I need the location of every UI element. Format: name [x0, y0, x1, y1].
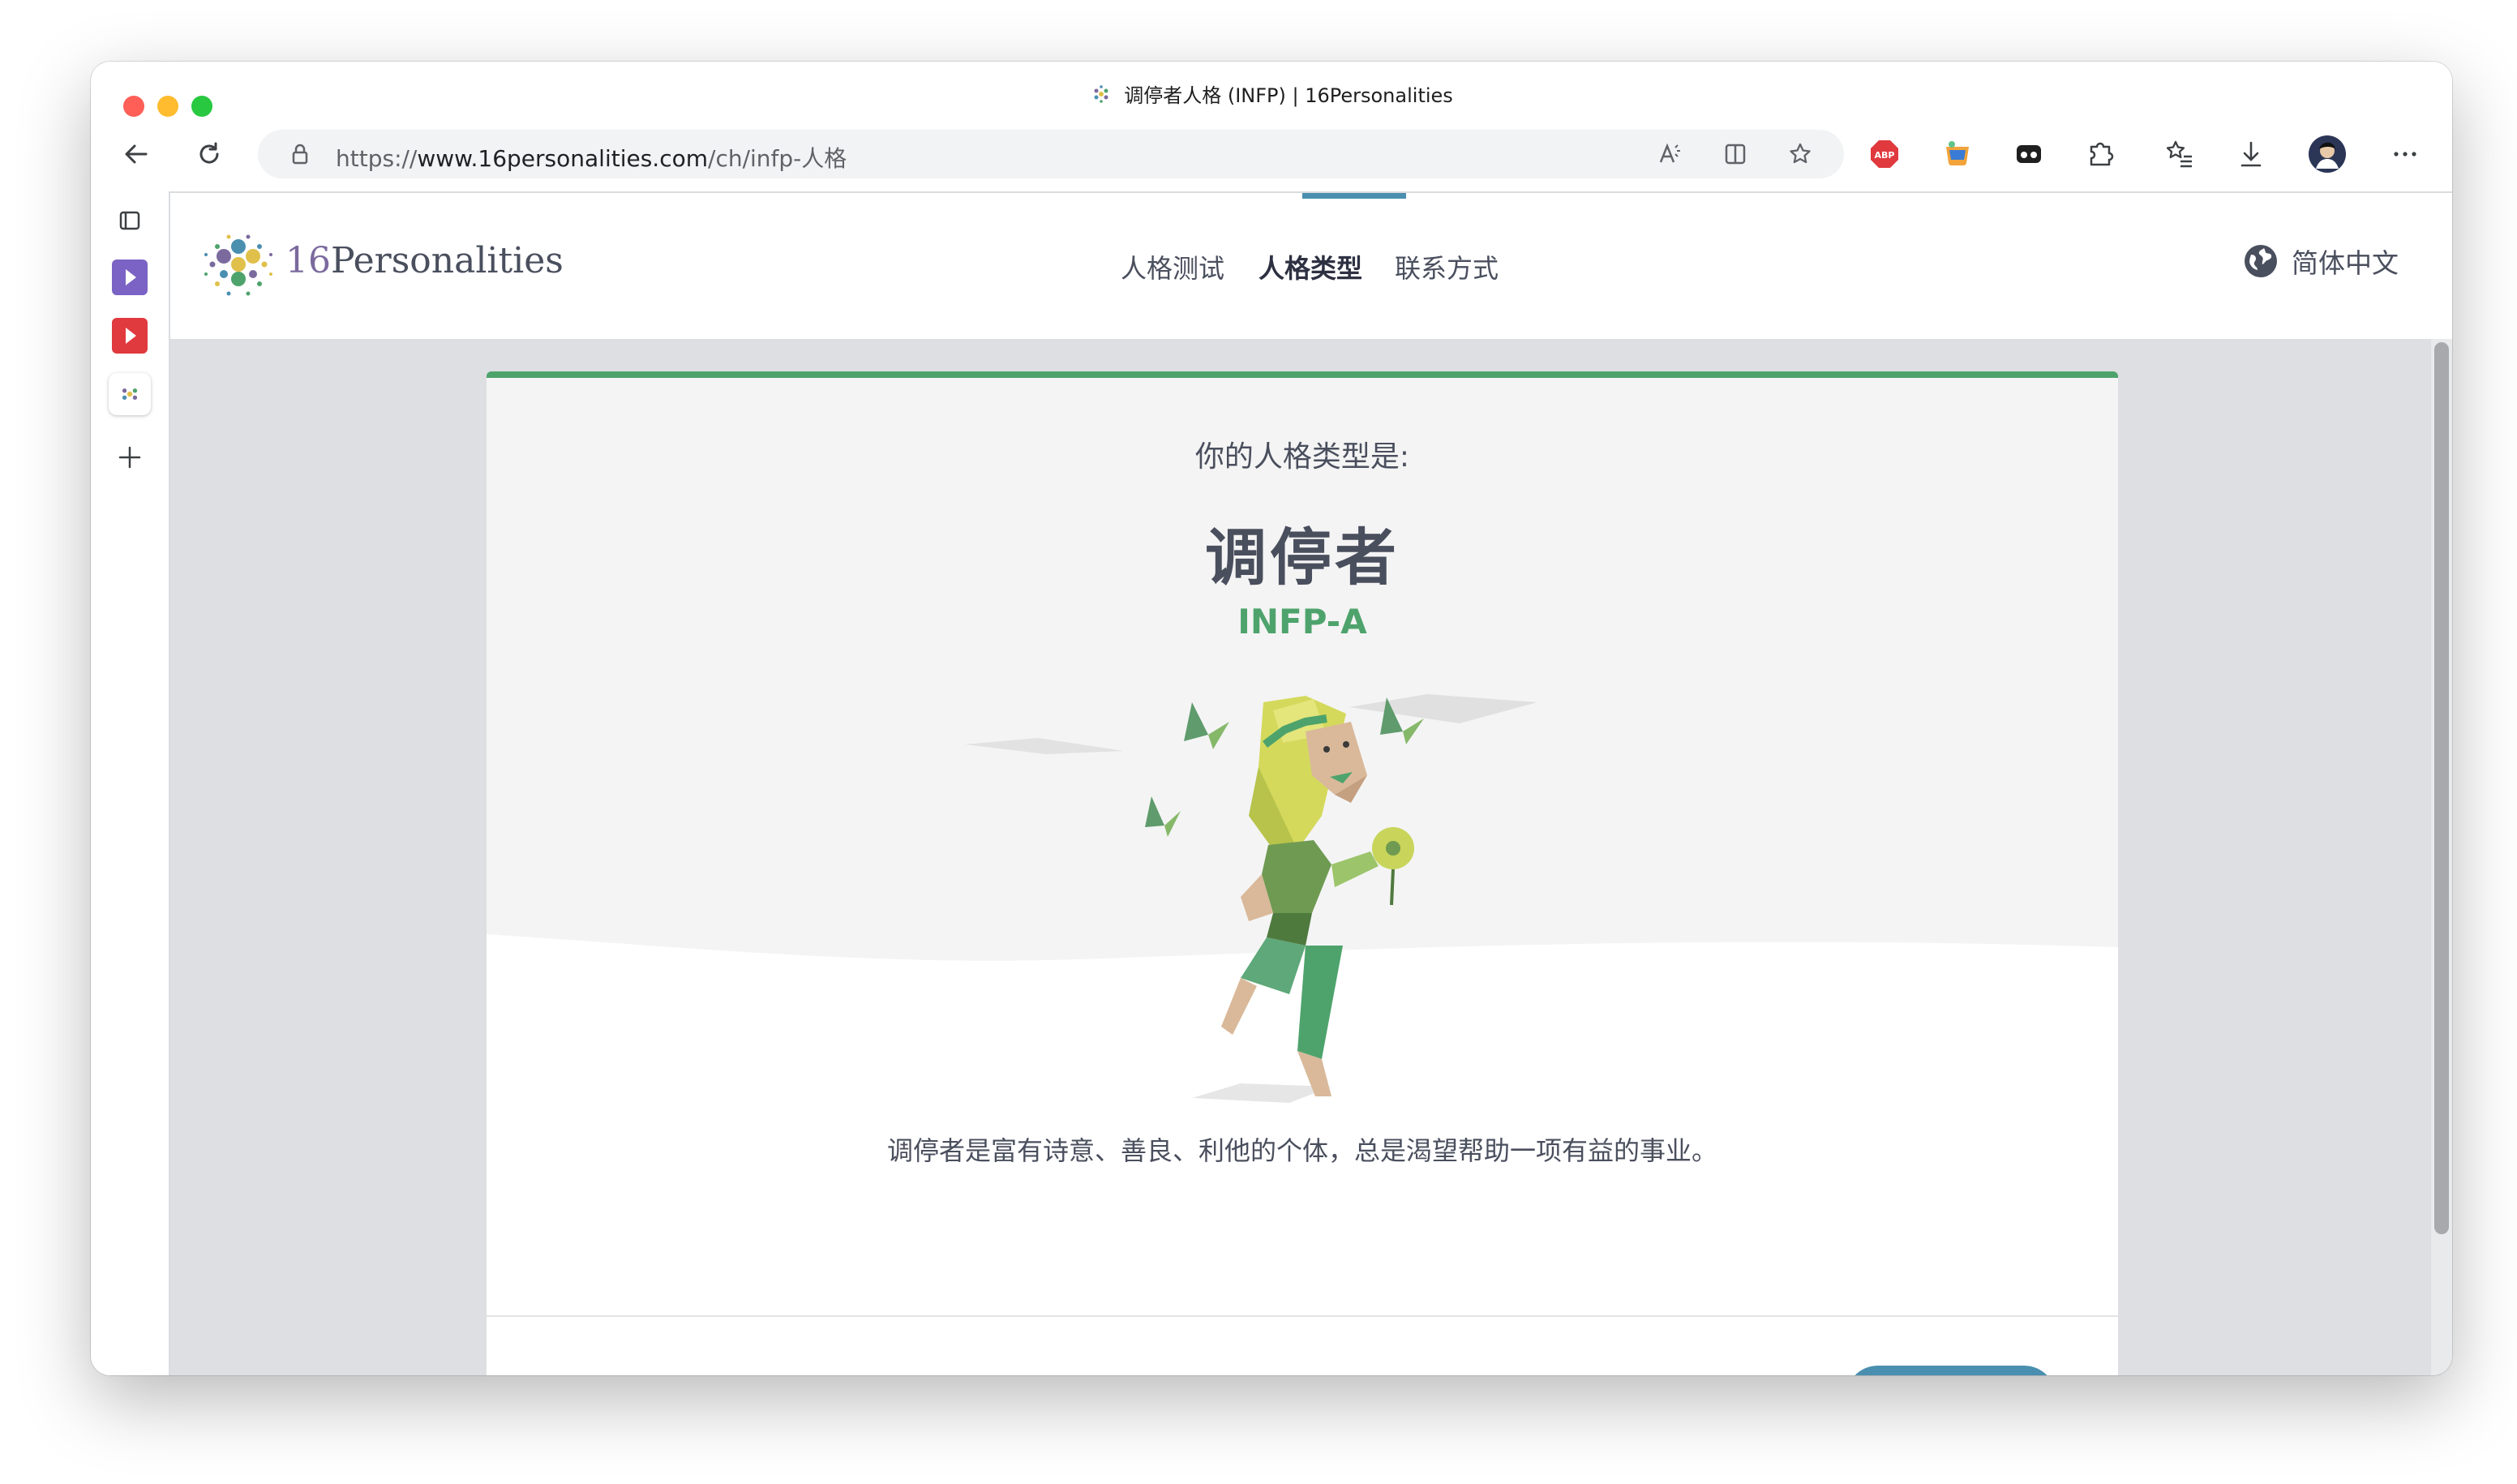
tab[interactable]: 调停者人格 (INFP) | 16Personalities — [91, 79, 2452, 108]
more-menu-icon[interactable] — [2389, 138, 2421, 170]
language-label: 简体中文 — [2292, 247, 2399, 279]
extension-cup-icon[interactable] — [1941, 138, 1974, 170]
personality-description: 调停者是富有诗意、善良、利他的个体，总是渴望帮助一项有益的事业。 — [886, 1135, 1717, 1166]
reload-button[interactable] — [191, 136, 227, 172]
logo-word: Personalities — [331, 240, 564, 281]
site-logo-text[interactable]: 16Personalities — [285, 240, 564, 281]
language-selector[interactable]: 简体中文 — [2243, 242, 2399, 281]
result-card: 你的人格类型是: 调停者 INFP-A 调停者是富有诗意、善良、利他的个体，总是… — [487, 371, 2118, 1375]
purple-play-tab-icon — [112, 259, 148, 295]
nav-personality-types[interactable]: 人格类型 — [1258, 248, 1362, 285]
result-prelabel: 你的人格类型是: — [1194, 440, 1410, 474]
lock-icon[interactable] — [287, 141, 313, 167]
site-favicon-icon — [122, 388, 138, 400]
cloud-right — [1349, 694, 1537, 723]
favorite-star-icon[interactable] — [1787, 141, 1813, 167]
vertical-tabs-sidebar — [91, 191, 170, 1375]
extension-mask-icon[interactable] — [2013, 138, 2045, 170]
favorites-list-icon[interactable] — [2163, 138, 2196, 170]
sidebar-tab-youtube[interactable] — [109, 315, 151, 357]
16personalities-logo-icon[interactable] — [201, 227, 276, 302]
globe-icon — [2245, 245, 2277, 277]
nav-contact[interactable]: 联系方式 — [1395, 248, 1499, 285]
site-favicon-icon — [1094, 84, 1108, 103]
active-nav-indicator — [1302, 193, 1406, 199]
tab-title: 调停者人格 (INFP) | 16Personalities — [1124, 84, 1453, 107]
address-bar[interactable]: https://www.16personalities.com/ch/infp-… — [258, 130, 1844, 178]
mediator-illustration — [965, 694, 1537, 1103]
read-aloud-icon[interactable] — [1657, 141, 1683, 167]
profile-avatar[interactable] — [2308, 135, 2347, 174]
reload-icon — [199, 142, 219, 164]
site-header: 16Personalities 人格测试 人格类型 联系方式 简体中文 — [170, 193, 2452, 339]
url-protocol: https:// — [336, 145, 418, 172]
browser-window: 调停者人格 (INFP) | 16Personalities https://w… — [91, 62, 2452, 1375]
sidebar-tab-16personalities[interactable] — [109, 373, 151, 415]
personality-type-code: INFP-A — [1237, 602, 1367, 641]
tab-actions-button[interactable] — [109, 199, 151, 242]
tab-actions-icon — [119, 211, 140, 230]
cloud-left — [965, 738, 1124, 754]
continue-button[interactable] — [1846, 1366, 2056, 1375]
downloads-icon[interactable] — [2235, 138, 2267, 170]
page-scrollbar[interactable] — [2431, 339, 2452, 1375]
card-divider — [487, 1315, 2118, 1317]
browser-toolbar: 调停者人格 (INFP) | 16Personalities https://w… — [91, 62, 2452, 193]
red-play-tab-icon — [112, 318, 148, 354]
svg-text:ABP: ABP — [1875, 150, 1895, 161]
extensions-puzzle-icon[interactable] — [2084, 138, 2116, 170]
scrollbar-thumb[interactable] — [2434, 342, 2449, 1234]
logo-number: 16 — [285, 240, 331, 281]
split-screen-icon[interactable] — [1722, 141, 1748, 167]
back-button[interactable] — [118, 136, 154, 172]
page-content: 16Personalities 人格测试 人格类型 联系方式 简体中文 你的人格… — [170, 193, 2452, 1375]
sidebar-tab-purple[interactable] — [109, 256, 151, 298]
new-tab-button[interactable] — [109, 436, 151, 478]
url-text[interactable]: https://www.16personalities.com/ch/infp-… — [336, 141, 847, 174]
ground-shadow — [1192, 1083, 1331, 1103]
arrow-left-icon — [125, 144, 148, 164]
url-domain: www.16personalities.com — [417, 145, 709, 172]
adblock-extension-icon[interactable]: ABP — [1868, 138, 1901, 170]
nav-personality-test[interactable]: 人格测试 — [1121, 248, 1224, 285]
personality-type-name: 调停者 — [1205, 521, 1400, 594]
plus-icon — [118, 446, 141, 469]
url-path: /ch/infp-人格 — [708, 145, 847, 172]
